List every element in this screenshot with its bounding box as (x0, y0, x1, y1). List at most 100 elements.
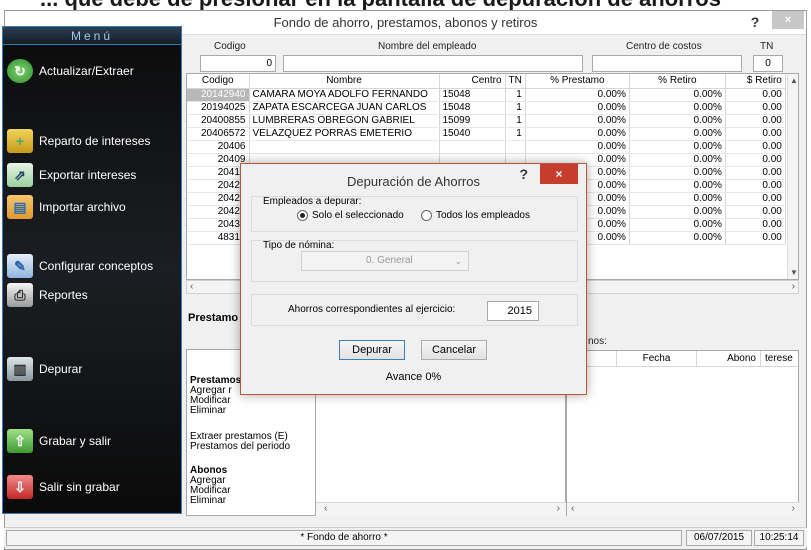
table-cell: 0.00 (725, 166, 786, 180)
menu-title: Menú (3, 27, 181, 45)
sidebar-item-importar[interactable]: ▤ Importar archivo (7, 193, 179, 221)
table-cell: 0.00% (629, 166, 726, 180)
sidebar-item-reparto[interactable]: + Reparto de intereses (7, 127, 179, 155)
table-cell: 0.00% (629, 114, 726, 128)
tree-item-abonos-eliminar[interactable]: Eliminar (190, 496, 231, 506)
exit-icon: ⇩ (7, 475, 33, 499)
centro-label: Centro de costos (626, 41, 702, 52)
table-cell: 0.00% (629, 140, 726, 154)
tn-field[interactable]: 0 (753, 55, 783, 72)
col-codigo[interactable]: Codigo (187, 74, 250, 89)
col-prestamo[interactable]: % Prestamo (525, 74, 630, 89)
scroll-left-icon[interactable]: ‹ (324, 503, 327, 514)
sidebar-item-label: Importar archivo (39, 200, 126, 214)
table-cell: 15048 (439, 88, 506, 102)
sidebar-item-label: Actualizar/Extraer (39, 64, 134, 78)
save-exit-icon: ⇧ (7, 429, 33, 453)
radio-todos-empleados[interactable]: Todos los empleados (421, 210, 530, 221)
scroll-right-icon[interactable]: › (557, 503, 560, 514)
sidebar-item-actualizar[interactable]: ↻ Actualizar/Extraer (7, 57, 179, 85)
table-row[interactable]: 20406572 VELAZQUEZ PORRAS EMETERIO 15040 1 0… (187, 127, 786, 141)
col-interes[interactable]: terese (761, 351, 798, 366)
table-cell: 0.00 (725, 101, 786, 115)
table-cell: 0.00% (629, 192, 726, 206)
scroll-up-icon[interactable]: ▲ (790, 76, 798, 85)
tree-extra: Extraer prestamos (E) Prestamos del peri… (190, 432, 290, 452)
cancelar-button[interactable]: Cancelar (421, 340, 487, 360)
sidebar-item-grabar[interactable]: ⇧ Grabar y salir (7, 427, 179, 455)
table-cell (439, 140, 506, 154)
help-button[interactable]: ? (744, 11, 766, 33)
table-cell: 0.00% (629, 218, 726, 232)
nombre-field[interactable] (283, 55, 583, 72)
table-row[interactable]: 20142940 CAMARA MOYA ADOLFO FERNANDO 15048… (187, 88, 786, 102)
col-nombre[interactable]: Nombre (249, 74, 440, 89)
scroll-left-icon[interactable]: ‹ (190, 281, 193, 292)
sidebar-item-configurar[interactable]: ✎ Configurar conceptos (7, 252, 179, 280)
tn-label: TN (760, 41, 774, 52)
close-button[interactable]: × (772, 11, 804, 29)
table-cell: 20406572 (187, 127, 250, 141)
table-cell: 0.00 (725, 231, 786, 245)
tree-item-prestamos-periodo[interactable]: Prestamos del periodo (190, 442, 290, 452)
sidebar-item-exportar[interactable]: ⇗ Exportar intereses (7, 161, 179, 189)
centro-field[interactable] (592, 55, 742, 72)
chevron-down-icon: ⌄ (454, 256, 462, 266)
scroll-right-icon[interactable]: › (792, 503, 795, 514)
dialog-help-button[interactable]: ? (519, 166, 528, 182)
codigo-field[interactable]: 0 (200, 55, 276, 72)
dialog-title-bar: Depuración de Ahorros ? × (241, 164, 586, 194)
tipo-nomina-select[interactable]: 0. General ⌄ (301, 251, 469, 271)
table-cell: 0.00 (725, 179, 786, 193)
caption-crop: ... que debe de presionar en la pantalla… (0, 0, 811, 10)
table-row[interactable]: 20194025 ZAPATA ESCARCEGA JUAN CARLOS 1504… (187, 101, 786, 115)
col-centro[interactable]: Centro (439, 74, 506, 89)
col-tn[interactable]: TN (505, 74, 526, 89)
sidebar-item-salir[interactable]: ⇩ Salir sin grabar (7, 473, 179, 501)
dialog-title: Depuración de Ahorros (347, 174, 480, 189)
table-cell: 0.00 (725, 88, 786, 102)
sidebar-menu: Menú ↻ Actualizar/Extraer + Reparto de i… (2, 26, 182, 514)
scroll-down-icon[interactable]: ▼ (790, 268, 798, 277)
ejercicio-field[interactable]: 2015 (487, 301, 539, 321)
mid-horizontal-scrollbar[interactable]: ‹ › (316, 502, 566, 516)
col-retiro-amt[interactable]: $ Retiro (725, 74, 786, 89)
table-cell: 0.00% (525, 101, 630, 115)
table-cell (505, 140, 526, 154)
export-icon: ⇗ (7, 163, 33, 187)
right-horizontal-scrollbar[interactable]: ‹ › (567, 502, 799, 516)
dialog-close-button[interactable]: × (540, 164, 578, 184)
import-icon: ▤ (7, 195, 33, 219)
grid-vertical-scrollbar[interactable]: ▲ ▼ (787, 74, 798, 279)
table-cell: 0.00% (629, 231, 726, 245)
radio-unselected-icon (421, 210, 432, 221)
sidebar-item-label: Salir sin grabar (39, 480, 120, 494)
scroll-left-icon[interactable]: ‹ (571, 503, 574, 514)
table-cell: 0.00 (725, 127, 786, 141)
table-row[interactable]: 20400855 LUMBRERAS OBREGON GABRIEL 15099 1 0… (187, 114, 786, 128)
status-time: 10:25:14 (754, 530, 804, 546)
col-fecha[interactable]: Fecha (617, 351, 697, 366)
table-cell: 20142940 (187, 88, 250, 102)
table-cell: 0.00% (629, 179, 726, 193)
table-cell: 0.00% (525, 88, 630, 102)
col-retiro-pct[interactable]: % Retiro (629, 74, 726, 89)
abonos-grid[interactable]: Fecha Abono terese (566, 350, 799, 516)
sidebar-item-label: Grabar y salir (39, 434, 112, 448)
sidebar-item-reportes[interactable]: ⎙ Reportes (7, 281, 179, 309)
radio-solo-seleccionado[interactable]: Solo el seleccionado (297, 210, 404, 221)
table-row[interactable]: 20406 0.00% 0.00% 0.00 (187, 140, 786, 154)
scroll-right-icon[interactable]: › (792, 281, 795, 292)
table-cell: 1 (505, 127, 526, 141)
table-cell: 1 (505, 88, 526, 102)
col-abono[interactable]: Abono (697, 351, 761, 366)
radio-selected-icon (297, 210, 308, 221)
empleados-label: Empleados a depurar: (263, 196, 362, 207)
coins-icon: + (7, 129, 33, 153)
depuracion-dialog: Depuración de Ahorros ? × Empleados a de… (240, 163, 587, 395)
table-cell: 0.00% (629, 153, 726, 167)
sidebar-item-depurar[interactable]: ▥ Depurar (7, 355, 179, 383)
sidebar-item-label: Reparto de intereses (39, 134, 151, 148)
depurar-button[interactable]: Depurar (339, 340, 405, 360)
tree-item-eliminar[interactable]: Eliminar (190, 406, 241, 416)
